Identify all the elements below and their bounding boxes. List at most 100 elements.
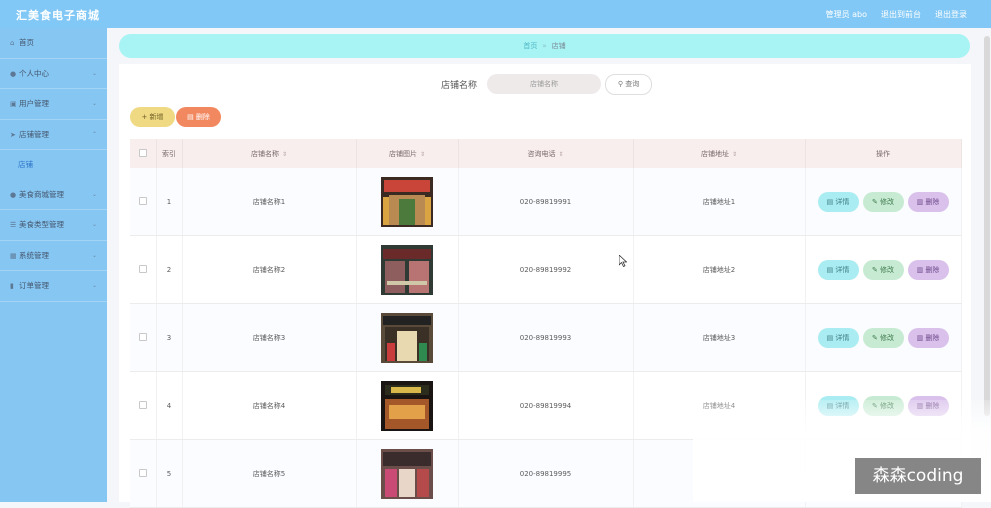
top-bar: 汇美食电子商城 管理员 abo 退出到前台 退出登录 xyxy=(0,0,991,28)
sort-icon[interactable]: ⇕ xyxy=(558,151,563,158)
cell-address: 店铺地址1 xyxy=(633,168,806,236)
cell-address: 店铺地址3 xyxy=(633,303,806,372)
list-icon: ☰ xyxy=(10,221,17,229)
sidebar-item-label: 美食商城管理 xyxy=(19,189,64,199)
chevron-down-icon: ⌄ xyxy=(91,190,97,198)
sort-icon[interactable]: ⇕ xyxy=(420,151,425,158)
sidebar-item-profile[interactable]: ● 个人中心 ⌄ xyxy=(0,59,107,89)
delete-button-label: 删除 xyxy=(195,113,210,121)
chevron-down-icon: ⌄ xyxy=(91,221,97,228)
header-address[interactable]: 店铺地址 ⇕ xyxy=(633,139,806,168)
search-input[interactable]: 店铺名称 xyxy=(487,74,602,94)
admin-label: 管理员 abo xyxy=(825,10,867,19)
mouse-cursor-icon xyxy=(619,255,627,267)
chevron-up-icon: ⌃ xyxy=(91,130,97,138)
cell-phone: 020-89819992 xyxy=(458,235,634,304)
breadcrumb-home[interactable]: 首页 xyxy=(523,42,537,50)
sidebar-item-home[interactable]: ⌂ 首页 xyxy=(0,28,107,59)
cell-name: 店铺名称5 xyxy=(182,439,357,508)
delete-button[interactable]: ▥ 删除 xyxy=(907,259,949,280)
edit-label: 修改 xyxy=(880,197,895,206)
table-row: 3 店铺名称3 020-89819993 店铺地址3 ▤ 详情 ✎ 修改 ▥ 删… xyxy=(130,303,962,372)
cell-phone: 020-89819995 xyxy=(458,439,634,508)
shop-image xyxy=(381,244,433,295)
sidebar-item-label: 用户管理 xyxy=(19,99,49,108)
table-row: 2 店铺名称2 020-89819992 店铺地址2 ▤ 详情 ✎ 修改 ▥ 删… xyxy=(130,235,962,304)
search-bar: 店铺名称 店铺名称 ⚲ 查询 xyxy=(441,73,653,95)
users-icon: ▣ xyxy=(10,100,17,108)
header-select-all[interactable] xyxy=(130,139,157,168)
search-button[interactable]: ⚲ 查询 xyxy=(605,73,653,95)
delete-label: 删除 xyxy=(925,333,940,342)
breadcrumb-separator: » xyxy=(542,42,547,50)
edit-button[interactable]: ✎ 修改 xyxy=(862,191,904,212)
detail-button[interactable]: ▤ 详情 xyxy=(817,259,859,280)
sidebar-item-label: 订单管理 xyxy=(19,281,49,290)
chart-icon: ▮ xyxy=(10,282,14,290)
cell-phone: 020-89819994 xyxy=(458,371,634,440)
cell-index: 5 xyxy=(156,439,183,508)
cell-index: 4 xyxy=(156,371,183,440)
edit-button[interactable]: ✎ 修改 xyxy=(862,259,904,280)
pencil-icon: ✎ xyxy=(871,265,878,274)
detail-button[interactable]: ▤ 详情 xyxy=(817,327,859,348)
sidebar-item-food-mall[interactable]: ● 美食商城管理 ⌄ xyxy=(0,180,107,210)
cell-name: 店铺名称1 xyxy=(182,168,357,236)
shop-image xyxy=(381,380,433,431)
detail-button[interactable]: ▤ 详情 xyxy=(817,191,859,212)
header-image[interactable]: 店铺图片 ⇕ xyxy=(356,139,459,168)
cell-name: 店铺名称4 xyxy=(182,371,357,440)
header-image-label: 店铺图片 xyxy=(388,149,417,158)
header-phone[interactable]: 咨询电话 ⇕ xyxy=(458,139,634,168)
checkbox[interactable] xyxy=(138,468,147,477)
sidebar-item-food-types[interactable]: ☰ 美食类型管理 ⌄ xyxy=(0,210,107,241)
sidebar-item-label: 美食类型管理 xyxy=(19,220,64,229)
header-phone-label: 咨询电话 xyxy=(527,149,556,158)
sidebar-item-orders[interactable]: ▮ 订单管理 ⌄ xyxy=(0,271,107,302)
cell-name: 店铺名称3 xyxy=(182,303,357,372)
sidebar-item-label: 个人中心 xyxy=(19,68,49,78)
trash-icon: ▥ xyxy=(916,265,924,274)
cell-phone: 020-89819993 xyxy=(458,303,634,372)
plus-icon: + xyxy=(141,113,148,121)
delete-label: 删除 xyxy=(925,265,940,274)
app-title: 汇美食电子商城 xyxy=(16,9,100,22)
sidebar-item-system[interactable]: ▦ 系统管理 ⌄ xyxy=(0,241,107,271)
checkbox[interactable] xyxy=(138,148,147,157)
back-to-frontend-link[interactable]: 退出到前台 xyxy=(881,9,921,20)
scrollbar[interactable] xyxy=(984,36,990,416)
shop-image xyxy=(381,448,433,499)
add-button[interactable]: + 新增 xyxy=(130,107,175,127)
sidebar-subitem-shop[interactable]: 店铺 xyxy=(0,150,107,180)
delete-button[interactable]: ▥ 删除 xyxy=(907,327,949,348)
search-label: 店铺名称 xyxy=(441,80,478,91)
detail-label: 详情 xyxy=(835,197,850,206)
sidebar-item-users[interactable]: ▣ 用户管理 ⌄ xyxy=(0,89,107,120)
sort-icon[interactable]: ⇕ xyxy=(732,151,737,158)
chevron-down-icon: ⌄ xyxy=(91,69,97,77)
chevron-down-icon: ⌄ xyxy=(91,251,97,259)
checkbox[interactable] xyxy=(138,264,147,273)
edit-label: 修改 xyxy=(880,333,895,342)
sort-icon[interactable]: ⇕ xyxy=(282,151,287,158)
header-name-label: 店铺名称 xyxy=(250,149,279,158)
checkbox[interactable] xyxy=(138,400,147,409)
sidebar-item-label: 系统管理 xyxy=(19,250,49,260)
shop-image xyxy=(381,176,433,227)
delete-button[interactable]: ▥ 删除 xyxy=(907,191,949,212)
logout-link[interactable]: 退出登录 xyxy=(935,9,967,20)
checkbox[interactable] xyxy=(138,332,147,341)
sidebar-item-shops[interactable]: ➤ 店铺管理 ⌃ xyxy=(0,120,107,150)
sidebar-item-label: 店铺管理 xyxy=(19,129,49,139)
shop-image xyxy=(381,312,433,363)
send-icon: ➤ xyxy=(10,130,16,139)
detail-label: 详情 xyxy=(835,265,850,274)
header-ops: 操作 xyxy=(805,139,962,168)
header-name[interactable]: 店铺名称 ⇕ xyxy=(182,139,357,168)
batch-delete-button[interactable]: ▤ 删除 xyxy=(176,107,221,127)
table-row: 1 店铺名称1 020-89819991 店铺地址1 ▤ 详情 ✎ 修改 ▥ 删… xyxy=(130,168,962,236)
cell-index: 1 xyxy=(156,168,183,236)
edit-button[interactable]: ✎ 修改 xyxy=(862,327,904,348)
checkbox[interactable] xyxy=(138,196,147,205)
add-button-label: 新增 xyxy=(149,113,164,121)
